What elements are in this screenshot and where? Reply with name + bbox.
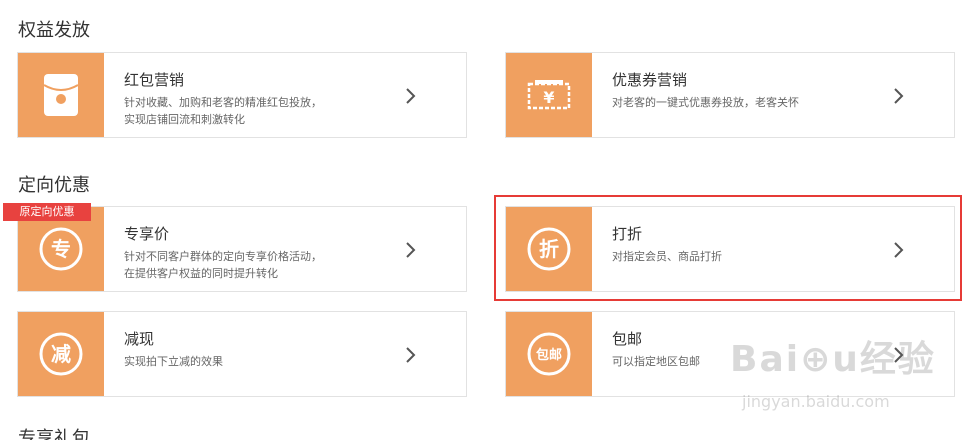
- status-badge: 原定向优惠: [3, 203, 91, 221]
- watermark-url: jingyan.baidu.com: [742, 392, 890, 411]
- card-title: 优惠券营销: [612, 71, 688, 89]
- card-desc: 针对不同客户群体的定向专享价格活动， 在提供客户权益的同时提升转化: [124, 250, 322, 280]
- yen-ticket-icon: ¥: [506, 53, 592, 137]
- card-title: 专享价: [124, 225, 170, 243]
- card-desc: 对老客的一键式优惠券投放，老客关怀: [612, 96, 799, 109]
- free-shipping-icon: 包邮: [506, 312, 592, 396]
- chevron-right-icon[interactable]: [400, 240, 420, 260]
- card-title: 打折: [612, 225, 643, 243]
- card-desc: 对指定会员、商品打折: [612, 250, 722, 263]
- red-envelope-icon: [18, 53, 104, 137]
- card-cashback[interactable]: 减 减现 实现拍下立减的效果: [17, 311, 467, 397]
- card-discount[interactable]: 折 打折 对指定会员、商品打折: [505, 206, 955, 292]
- card-desc: 针对收藏、加购和老客的精准红包投放， 实现店铺回流和刺激转化: [124, 96, 322, 126]
- baidu-watermark: Bai⊕u经验 jingyan.baidu.com: [730, 330, 960, 430]
- svg-text:减: 减: [51, 342, 71, 366]
- card-title: 减现: [124, 330, 155, 348]
- card-coupon[interactable]: ¥ 优惠券营销 对老客的一键式优惠券投放，老客关怀: [505, 52, 955, 138]
- card-red-packet[interactable]: 红包营销 针对收藏、加购和老客的精准红包投放， 实现店铺回流和刺激转化: [17, 52, 467, 138]
- svg-text:折: 折: [539, 237, 559, 261]
- cashback-icon: 减: [18, 312, 104, 396]
- chevron-right-icon[interactable]: [400, 345, 420, 365]
- section-title-benefits: 权益发放: [18, 20, 90, 41]
- card-desc: 实现拍下立减的效果: [124, 355, 223, 368]
- svg-text:包邮: 包邮: [536, 347, 562, 363]
- chevron-right-icon[interactable]: [888, 86, 908, 106]
- svg-text:专: 专: [51, 237, 71, 261]
- section-title-targeted-offers: 定向优惠: [18, 175, 90, 196]
- card-title: 包邮: [612, 330, 643, 348]
- svg-text:¥: ¥: [543, 88, 554, 107]
- section-title-exclusive-gift: 专享礼包: [18, 428, 90, 440]
- chevron-right-icon[interactable]: [400, 86, 420, 106]
- discount-icon: 折: [506, 207, 592, 291]
- watermark-logo: Bai⊕u经验: [730, 339, 936, 380]
- card-title: 红包营销: [124, 71, 185, 89]
- chevron-right-icon[interactable]: [888, 240, 908, 260]
